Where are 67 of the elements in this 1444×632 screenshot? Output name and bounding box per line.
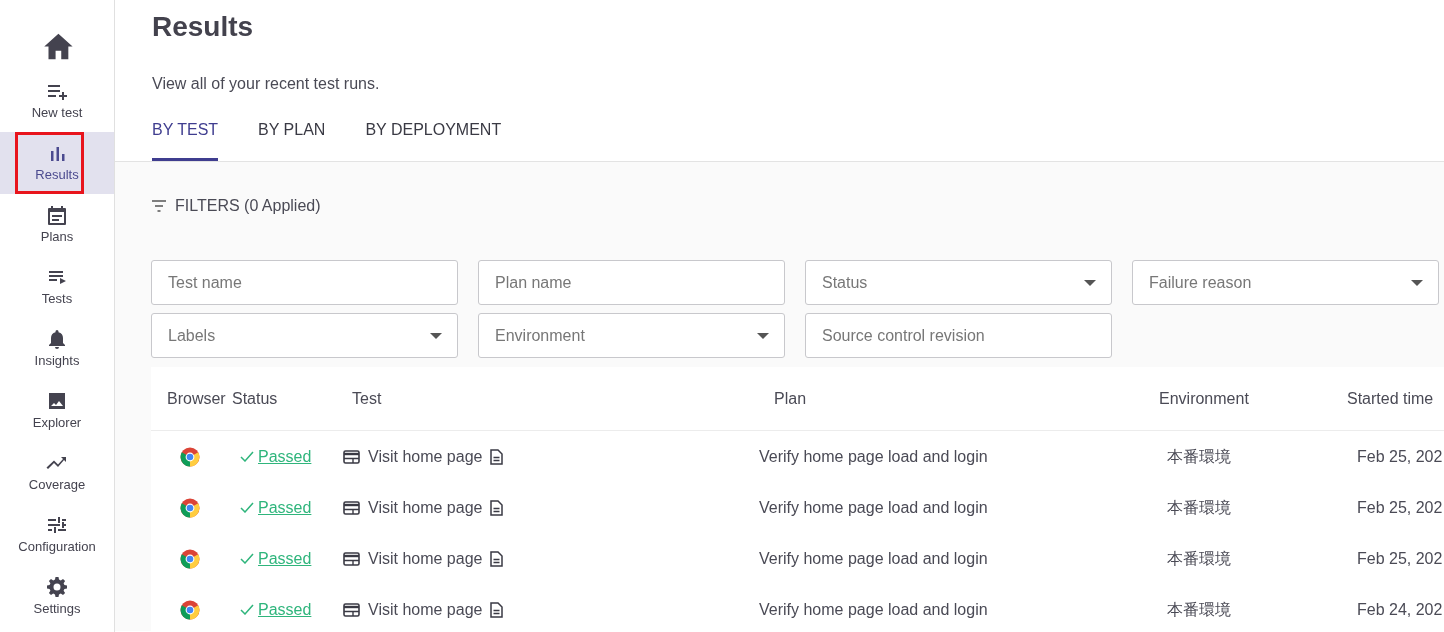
tab[interactable]: BY PLAN — [258, 118, 326, 161]
filter-icon — [151, 200, 167, 212]
check-icon — [240, 451, 254, 462]
dropdown-caret-icon — [430, 333, 442, 339]
table-cell-text: Verify home page load and login — [759, 446, 989, 467]
window-icon — [343, 500, 360, 515]
settings-icon — [45, 575, 69, 600]
table-cell-text: Feb 25, 202 — [1356, 446, 1444, 467]
sidebar-item[interactable]: New test — [0, 70, 114, 132]
dropdown-field[interactable]: Labels — [151, 313, 458, 358]
table-cell-text: Feb 24, 202 — [1356, 599, 1444, 620]
document-icon[interactable] — [490, 448, 504, 465]
table-cell-text: 本番環境 — [1166, 599, 1232, 620]
document-icon[interactable] — [490, 601, 504, 618]
test-name[interactable]: Visit home page — [368, 546, 483, 571]
table-cell-text: 本番環境 — [1166, 548, 1232, 569]
table-cell-text: Feb 25, 202 — [1356, 548, 1444, 569]
window-icon — [343, 551, 360, 566]
page-subtitle: View all of your recent test runs. — [152, 74, 381, 94]
column-header: Browser — [167, 388, 227, 409]
test-name[interactable]: Visit home page — [368, 597, 483, 622]
dropdown-caret-icon — [1084, 280, 1096, 286]
tab[interactable]: BY DEPLOYMENT — [365, 118, 502, 161]
calendar-icon — [45, 203, 69, 228]
window-icon — [343, 449, 360, 464]
input-field[interactable]: Plan name — [478, 260, 785, 305]
sidebar-item[interactable]: Tests — [0, 256, 114, 318]
dropdown-caret-icon — [757, 333, 769, 339]
dropdown-caret-icon — [1411, 280, 1423, 286]
browser-logo-icon — [180, 599, 200, 620]
sidebar-item[interactable]: Configuration — [0, 504, 114, 566]
test-name[interactable]: Visit home page — [368, 444, 483, 469]
dropdown-field[interactable]: Environment — [478, 313, 785, 358]
table-cell-text: Verify home page load and login — [759, 599, 989, 620]
table-cell-text: Feb 25, 202 — [1356, 497, 1444, 518]
highlight-frame — [15, 132, 84, 194]
sidebar-item[interactable]: Insights — [0, 318, 114, 380]
browser-logo-icon — [180, 548, 200, 569]
column-header: Started time — [1347, 388, 1435, 409]
column-header: Plan — [774, 388, 808, 409]
sidebar-item[interactable]: Coverage — [0, 442, 114, 504]
sidebar-item[interactable]: Settings — [0, 566, 114, 628]
dropdown-field[interactable]: Failure reason — [1132, 260, 1439, 305]
column-header: Status — [232, 388, 279, 409]
column-header: Environment — [1159, 388, 1250, 409]
check-icon — [240, 502, 254, 513]
page-title: Results — [152, 10, 255, 44]
browser-logo-icon — [180, 446, 200, 467]
document-icon[interactable] — [490, 550, 504, 567]
table-cell-text: 本番環境 — [1166, 446, 1232, 467]
sidebar-item[interactable]: Results — [0, 132, 114, 194]
browser-logo-icon — [180, 497, 200, 518]
check-icon — [240, 604, 254, 615]
table-cell-text: Verify home page load and login — [759, 497, 989, 518]
dropdown-field[interactable]: Status — [805, 260, 1112, 305]
sidebar-item[interactable]: Explorer — [0, 380, 114, 442]
input-field[interactable]: Test name — [151, 260, 458, 305]
input-field[interactable]: Source control revision — [805, 313, 1112, 358]
column-header: Test — [352, 388, 383, 409]
window-icon — [343, 602, 360, 617]
document-icon[interactable] — [490, 499, 504, 516]
sidebar-item[interactable]: Plans — [0, 194, 114, 256]
check-icon — [240, 553, 254, 564]
table-cell-text: Verify home page load and login — [759, 548, 989, 569]
table-cell-text: 本番環境 — [1166, 497, 1232, 518]
test-name[interactable]: Visit home page — [368, 495, 483, 520]
filters-label[interactable]: FILTERS (0 Applied) — [175, 194, 321, 218]
